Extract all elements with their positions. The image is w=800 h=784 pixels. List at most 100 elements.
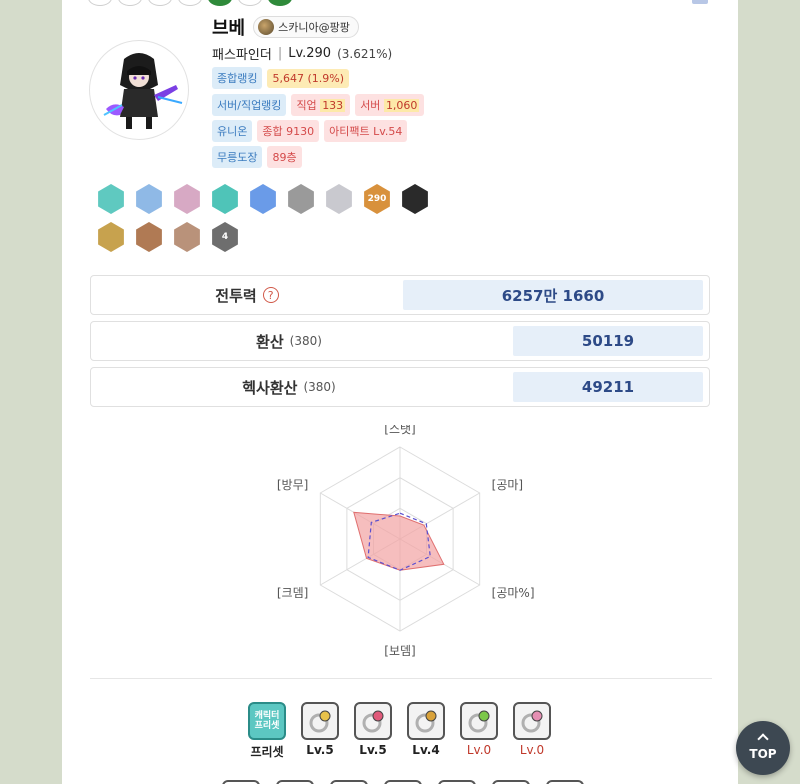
combat-power-label-wrap: 전투력 ? — [91, 285, 403, 306]
bottom-item-row — [222, 780, 584, 784]
item-slot[interactable] — [546, 780, 584, 784]
badge-face — [174, 222, 200, 252]
artifact-level[interactable]: 아티팩트 Lv.54 — [324, 120, 408, 142]
overall-ranking-label: 종합랭킹 — [212, 67, 263, 89]
rank-four-badge-icon[interactable]: 4 — [208, 220, 242, 254]
scroll-top-label: TOP — [749, 747, 777, 761]
conversion-box: 환산 (380) 50119 — [90, 321, 710, 361]
union-row: 유니온 종합 9130 아티팩트 Lv.54 — [212, 120, 408, 142]
swords-badge-icon[interactable] — [170, 220, 204, 254]
preset-item[interactable]: Lv.5 — [301, 702, 339, 760]
badge-face — [250, 184, 276, 214]
badge-face — [402, 184, 428, 214]
scroll-top-button[interactable]: TOP — [736, 721, 790, 775]
target-badge-icon[interactable] — [170, 182, 204, 216]
item-slot[interactable] — [330, 780, 368, 784]
character-name: 브베 — [212, 18, 246, 39]
combat-power-label: 전투력 — [215, 286, 257, 305]
slime-badge-icon[interactable] — [132, 220, 166, 254]
top-tab[interactable] — [208, 0, 232, 6]
item-slot[interactable] — [222, 780, 260, 784]
star-badge-icon[interactable] — [94, 220, 128, 254]
hexa-conversion-box: 헥사환산 (380) 49211 — [90, 367, 710, 407]
ring-pink-gold-icon[interactable] — [301, 702, 339, 740]
conversion-label: 환산 — [256, 332, 284, 351]
conversion-sub: (380) — [289, 334, 322, 348]
hexa-label: 헥사환산 — [242, 378, 298, 397]
item-slot[interactable] — [438, 780, 476, 784]
ring-silver-pink-icon[interactable] — [513, 702, 551, 740]
top-tab[interactable] — [118, 0, 142, 6]
preset-item[interactable]: Lv.5 — [354, 702, 392, 760]
preset-label: Lv.5 — [306, 743, 334, 757]
demon-badge-icon[interactable] — [398, 182, 432, 216]
server-chip[interactable]: 스카니아@팡팡 — [253, 16, 359, 38]
preset-item[interactable]: Lv.0 — [460, 702, 498, 760]
help-icon[interactable]: ? — [262, 287, 279, 303]
item-slot[interactable] — [492, 780, 530, 784]
top-tab[interactable] — [148, 0, 172, 6]
item-slot[interactable] — [384, 780, 422, 784]
profile-card: 브베 스카니아@팡팡 패스파인더 | Lv.290 (3.621%) 종합랭킹 … — [62, 0, 738, 784]
preset-item[interactable]: 캐릭터 프리셋 프리셋 — [248, 702, 286, 760]
bookmark-icon[interactable] — [692, 0, 708, 4]
job-ranking-value: 133 — [320, 99, 346, 112]
badge-face — [98, 184, 124, 214]
server-ranking[interactable]: 서버 1,060 — [355, 94, 425, 116]
gear-badge-icon[interactable] — [284, 182, 318, 216]
combat-power-value: 6257만 1660 — [403, 280, 703, 310]
overall-ranking-value[interactable]: 5,647 (1.9%) — [267, 68, 350, 88]
server-ranking-value: 1,060 — [383, 99, 420, 112]
conversion-label-wrap: 환산 (380) — [91, 331, 487, 352]
avatar — [89, 40, 189, 140]
diamond-badge-icon[interactable] — [322, 182, 356, 216]
top-tab[interactable] — [238, 0, 262, 6]
union-total[interactable]: 종합 9130 — [257, 120, 320, 142]
name-row: 브베 스카니아@팡팡 — [212, 14, 359, 40]
badge-face — [136, 184, 162, 214]
item-slot[interactable] — [276, 780, 314, 784]
exp-percent: (3.621%) — [337, 46, 393, 61]
union-label: 유니온 — [212, 120, 253, 142]
top-tab[interactable] — [88, 0, 112, 6]
radar-axis-label: [공마] — [492, 478, 523, 492]
preset-label: Lv.4 — [412, 743, 440, 757]
ring-gold-gem-icon[interactable] — [407, 702, 445, 740]
preset-label: Lv.5 — [359, 743, 387, 757]
medal-badge-icon[interactable] — [94, 182, 128, 216]
ring-green-icon[interactable] — [460, 702, 498, 740]
hexa-value: 49211 — [513, 372, 703, 402]
job-ranking-label: 직업 — [296, 99, 317, 112]
conversion-value: 50119 — [513, 326, 703, 356]
dojang-value[interactable]: 89층 — [267, 146, 302, 168]
radar-axis-label: [보뎀] — [384, 644, 415, 657]
level-badge-icon[interactable]: 290 — [360, 182, 394, 216]
top-tab[interactable] — [268, 0, 292, 6]
badge-face — [288, 184, 314, 214]
badge-face — [326, 184, 352, 214]
preset-item[interactable]: Lv.0 — [513, 702, 551, 760]
server-name: 스카니아@팡팡 — [278, 21, 350, 34]
overall-ranking-row: 종합랭킹 5,647 (1.9%) — [212, 67, 350, 89]
dojang-label: 무릉도장 — [212, 146, 263, 168]
heart-badge-icon[interactable] — [208, 182, 242, 216]
crown-badge-icon[interactable] — [132, 182, 166, 216]
preset-item[interactable]: Lv.4 — [407, 702, 445, 760]
radar-axis-label: [방무] — [277, 478, 308, 492]
character-sprite-icon — [103, 53, 183, 129]
server-job-ranking-label: 서버/직업랭킹 — [212, 94, 287, 116]
ring-pink-silver-icon[interactable] — [354, 702, 392, 740]
overall-rank: 5,647 — [272, 71, 304, 85]
server-job-ranking-row: 서버/직업랭킹 직업 133 서버 1,060 — [212, 94, 425, 116]
character-level: Lv.290 — [288, 46, 332, 61]
character-preset-icon[interactable]: 캐릭터 프리셋 — [248, 702, 286, 740]
radar-axis-label: [공마%] — [492, 586, 535, 600]
hexa-label-wrap: 헥사환산 (380) — [91, 377, 487, 398]
job-ranking[interactable]: 직업 133 — [291, 94, 351, 116]
top-tab[interactable] — [178, 0, 202, 6]
chevron-up-icon — [757, 733, 769, 745]
badge-face — [98, 222, 124, 252]
question-badge-icon[interactable] — [246, 182, 280, 216]
preset-label: Lv.0 — [519, 743, 545, 757]
badge-face: 4 — [212, 222, 238, 252]
